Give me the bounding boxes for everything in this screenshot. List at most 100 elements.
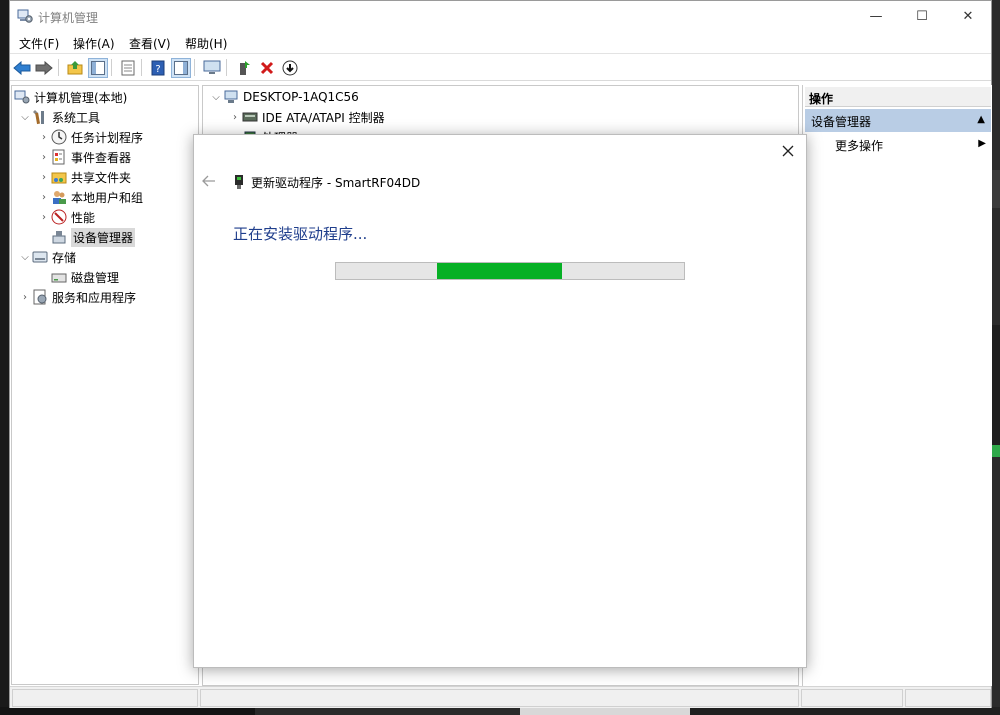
taskbar-segment: [255, 707, 520, 715]
tree-item-label: 服务和应用程序: [52, 290, 137, 305]
status-segment: [12, 689, 198, 707]
menu-file[interactable]: 文件(F): [19, 35, 59, 52]
chevron-right-icon[interactable]: ›: [228, 112, 242, 123]
show-hide-tree-icon[interactable]: [88, 58, 108, 78]
desktop-left-edge: [0, 0, 9, 715]
dialog-title: 更新驱动程序 - SmartRF04DD: [251, 176, 421, 190]
collapse-triangle-icon[interactable]: ▲: [977, 114, 985, 125]
ide-controller-icon: [242, 109, 258, 125]
menu-bar: 文件(F) 操作(A) 查看(V) 帮助(H): [10, 32, 991, 54]
tree-item-shared-folders[interactable]: › 共享文件夹: [37, 167, 131, 187]
menu-action[interactable]: 操作(A): [73, 35, 115, 52]
install-progress-bar: [335, 262, 685, 280]
status-bar: [10, 686, 991, 708]
maximize-button[interactable]: ☐: [899, 1, 945, 32]
disk-icon: [51, 269, 67, 285]
services-icon: [32, 289, 48, 305]
performance-icon: [51, 209, 67, 225]
tree-item-task-scheduler[interactable]: › 任务计划程序: [37, 127, 143, 147]
tree-item-device-manager[interactable]: 设备管理器: [37, 227, 136, 247]
tree-item-event-viewer[interactable]: › 事件查看器: [37, 147, 131, 167]
tree-item-label: 任务计划程序: [71, 130, 144, 145]
computer-name: DESKTOP-1AQ1C56: [243, 90, 359, 104]
status-segment: [801, 689, 903, 707]
chevron-right-icon[interactable]: ›: [37, 172, 51, 183]
tree-item-label: 存储: [52, 250, 77, 265]
properties-icon[interactable]: [118, 58, 138, 78]
svg-text:?: ?: [155, 64, 160, 75]
tree-item-performance[interactable]: › 性能: [37, 207, 95, 227]
show-action-pane-icon[interactable]: [171, 58, 191, 78]
update-driver-icon[interactable]: [234, 58, 254, 78]
chevron-right-icon[interactable]: ›: [37, 212, 51, 223]
shared-folder-icon: [51, 169, 67, 185]
device-category-ide[interactable]: › IDE ATA/ATAPI 控制器: [228, 107, 385, 127]
monitor-icon[interactable]: [202, 58, 222, 78]
background-window-accent: [992, 445, 1000, 457]
dialog-close-button[interactable]: [778, 141, 798, 161]
actions-pane: 操作 设备管理器 ▲ 更多操作 ▶: [802, 85, 992, 686]
tree-item-label: 性能: [71, 210, 96, 225]
tree-item-label: 设备管理器: [71, 227, 136, 247]
tree-item-label: 系统工具: [52, 110, 101, 125]
chevron-down-icon[interactable]: ⌵: [18, 112, 32, 123]
taskbar-segment: [690, 707, 1000, 715]
toolbar: ?: [10, 54, 991, 81]
actions-section-device-manager[interactable]: 设备管理器 ▲: [805, 109, 991, 132]
chevron-right-icon[interactable]: ›: [37, 152, 51, 163]
clock-icon: [51, 129, 67, 145]
chevron-right-icon[interactable]: ›: [18, 292, 32, 303]
tree-item-label: 本地用户和组: [71, 190, 144, 205]
chevron-down-icon[interactable]: ⌵: [18, 252, 32, 263]
tree-item-system-tools[interactable]: ⌵ 系统工具: [18, 107, 100, 127]
chevron-right-icon[interactable]: ›: [37, 192, 51, 203]
uninstall-device-icon[interactable]: [257, 58, 277, 78]
taskbar-segment: [520, 707, 690, 715]
tree-item-label: 磁盘管理: [71, 270, 120, 285]
tree-item-services-apps[interactable]: › 服务和应用程序: [18, 287, 136, 307]
device-manager-icon: [51, 229, 67, 245]
status-segment: [200, 689, 799, 707]
title-bar[interactable]: 计算机管理 — ☐ ✕: [10, 1, 991, 32]
minimize-button[interactable]: —: [853, 1, 899, 32]
installing-heading: 正在安装驱动程序...: [233, 225, 368, 243]
actions-header: 操作: [805, 87, 991, 107]
actions-section-label: 设备管理器: [811, 115, 872, 129]
usb-device-icon: [235, 175, 243, 189]
tools-icon: [32, 109, 48, 125]
storage-icon: [32, 249, 48, 265]
menu-help[interactable]: 帮助(H): [185, 35, 227, 52]
window-title: 计算机管理: [38, 11, 99, 25]
tree-item-local-users[interactable]: › 本地用户和组: [37, 187, 143, 207]
back-arrow-icon: [202, 175, 215, 187]
users-icon: [51, 189, 67, 205]
tree-item-label: 计算机管理(本地): [34, 90, 128, 105]
navigation-tree: 计算机管理(本地) ⌵ 系统工具 › 任务计划程序 › 事件查看器 › 共享文件…: [11, 85, 199, 685]
chevron-down-icon[interactable]: ⌵: [209, 92, 223, 103]
event-log-icon: [51, 149, 67, 165]
device-category-label: IDE ATA/ATAPI 控制器: [262, 110, 385, 125]
device-computer-node[interactable]: ⌵ DESKTOP-1AQ1C56: [209, 87, 359, 107]
up-folder-icon[interactable]: [65, 58, 85, 78]
tree-item-root[interactable]: 计算机管理(本地): [14, 87, 127, 107]
taskbar-edge: [0, 707, 1000, 715]
tree-item-storage[interactable]: ⌵ 存储: [18, 247, 76, 267]
status-segment: [905, 689, 991, 707]
update-driver-dialog: 更新驱动程序 - SmartRF04DD 正在安装驱动程序...: [193, 134, 807, 668]
more-actions-item[interactable]: 更多操作: [835, 137, 883, 154]
computer-management-icon: [17, 9, 33, 23]
submenu-arrow-icon: ▶: [978, 138, 986, 149]
computer-icon: [223, 89, 239, 105]
computer-management-icon: [14, 89, 30, 105]
close-icon: [782, 145, 794, 157]
tree-item-label: 共享文件夹: [71, 170, 132, 185]
chevron-right-icon[interactable]: ›: [37, 132, 51, 143]
tree-item-disk-management[interactable]: 磁盘管理: [37, 267, 119, 287]
dialog-back-button[interactable]: [202, 173, 216, 191]
menu-view[interactable]: 查看(V): [129, 35, 171, 52]
close-button[interactable]: ✕: [945, 1, 991, 32]
help-icon[interactable]: ?: [148, 58, 168, 78]
enable-device-icon[interactable]: [280, 58, 300, 78]
forward-arrow-icon[interactable]: [34, 58, 54, 78]
back-arrow-icon[interactable]: [12, 58, 32, 78]
